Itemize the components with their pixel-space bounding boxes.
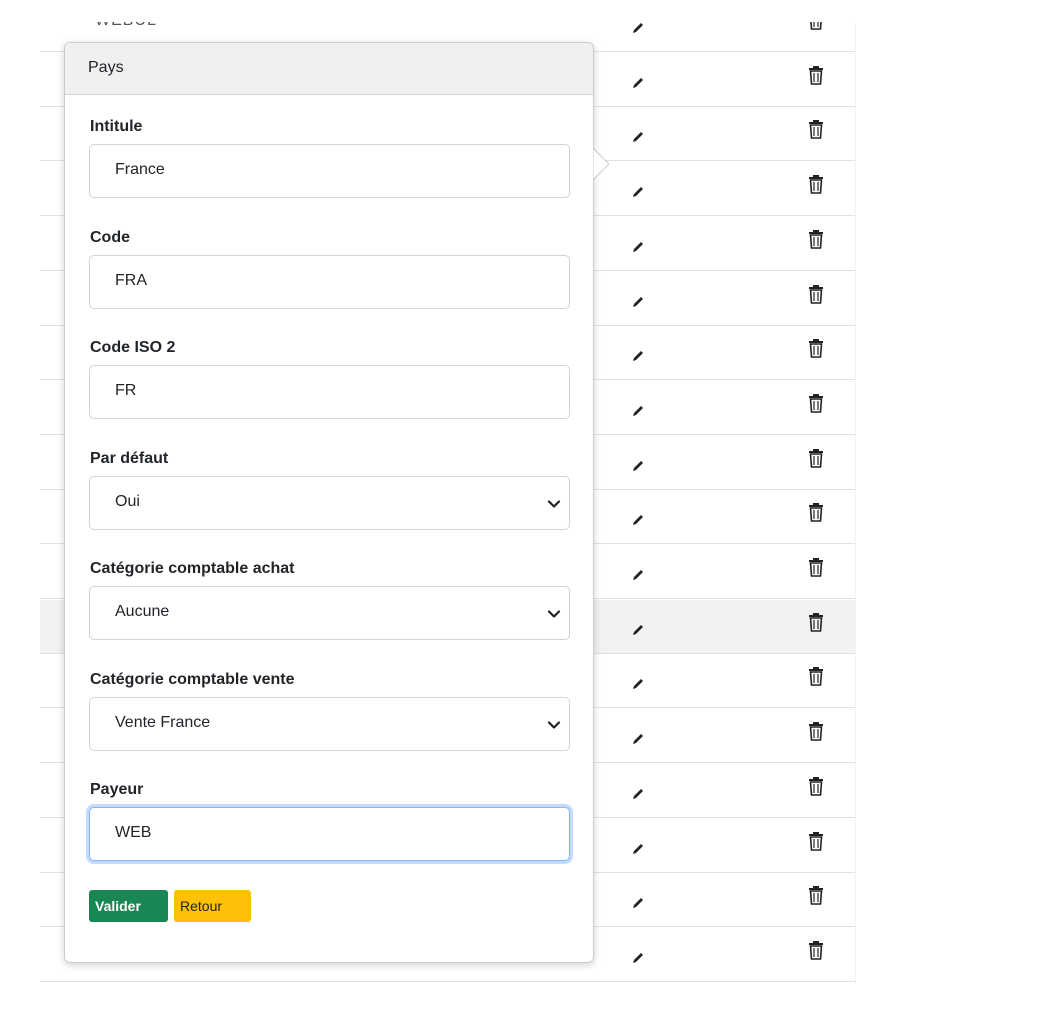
- categorie-achat-label: Catégorie comptable achat: [90, 560, 295, 577]
- trash-icon[interactable]: [807, 284, 825, 304]
- trash-icon[interactable]: [807, 338, 825, 358]
- trash-icon[interactable]: [807, 776, 825, 796]
- trash-icon[interactable]: [807, 229, 825, 249]
- trash-icon[interactable]: [807, 557, 825, 577]
- pencil-icon[interactable]: [630, 512, 646, 528]
- country-edit-popover: Pays Intitule France Code FRA Code ISO 2…: [64, 42, 609, 963]
- pencil-icon[interactable]: [630, 22, 646, 36]
- categorie-vente-select[interactable]: Vente France: [89, 697, 570, 751]
- par-defaut-select[interactable]: Oui: [89, 476, 570, 530]
- payeur-input[interactable]: WEB: [89, 807, 570, 861]
- trash-icon[interactable]: [807, 22, 825, 30]
- par-defaut-label: Par défaut: [90, 450, 169, 467]
- retour-button[interactable]: Retour: [174, 890, 251, 922]
- valider-button[interactable]: Valider: [89, 890, 168, 922]
- pencil-icon[interactable]: [630, 239, 646, 255]
- trash-icon[interactable]: [807, 502, 825, 523]
- trash-icon[interactable]: [807, 940, 825, 960]
- pencil-icon[interactable]: [630, 294, 646, 310]
- trash-icon[interactable]: [807, 885, 825, 905]
- payeur-label: Payeur: [90, 781, 144, 798]
- pencil-icon[interactable]: [630, 841, 646, 857]
- pencil-icon[interactable]: [630, 348, 646, 364]
- pencil-icon[interactable]: [630, 895, 646, 911]
- pencil-icon[interactable]: [630, 567, 646, 583]
- par-defaut-value: Oui: [115, 493, 140, 510]
- trash-icon[interactable]: [807, 666, 825, 687]
- trash-icon[interactable]: [807, 174, 825, 194]
- pencil-icon[interactable]: [630, 622, 646, 638]
- trash-icon[interactable]: [807, 119, 825, 140]
- trash-icon[interactable]: [807, 65, 825, 85]
- pencil-icon[interactable]: [630, 184, 646, 200]
- trash-icon[interactable]: [807, 393, 825, 413]
- popover-arrow: [593, 148, 609, 180]
- pencil-icon[interactable]: [630, 676, 646, 692]
- pencil-icon[interactable]: [630, 950, 646, 966]
- trash-icon[interactable]: [807, 721, 825, 741]
- categorie-vente-value: Vente France: [115, 714, 211, 731]
- pencil-icon[interactable]: [630, 731, 646, 747]
- pencil-icon[interactable]: [630, 75, 646, 91]
- chevron-down-icon: [547, 610, 561, 618]
- trash-icon[interactable]: [807, 831, 825, 851]
- trash-icon[interactable]: [807, 612, 825, 632]
- pencil-icon[interactable]: [630, 786, 646, 802]
- chevron-down-icon: [547, 500, 561, 508]
- code-input[interactable]: FRA: [89, 255, 570, 309]
- categorie-achat-select[interactable]: Aucune: [89, 586, 570, 640]
- intitule-input[interactable]: France: [89, 144, 570, 198]
- pencil-icon[interactable]: [630, 458, 646, 474]
- intitule-label: Intitule: [90, 118, 143, 135]
- pencil-icon[interactable]: [630, 129, 646, 145]
- code-label: Code: [90, 229, 130, 246]
- trash-icon[interactable]: [807, 448, 825, 468]
- chevron-down-icon: [547, 721, 561, 729]
- code-iso2-input[interactable]: FR: [89, 365, 570, 419]
- code-iso2-label: Code ISO 2: [90, 339, 176, 356]
- popover-title: Pays: [65, 43, 593, 95]
- pencil-icon[interactable]: [630, 403, 646, 419]
- categorie-achat-value: Aucune: [115, 603, 170, 620]
- categorie-vente-label: Catégorie comptable vente: [90, 671, 295, 688]
